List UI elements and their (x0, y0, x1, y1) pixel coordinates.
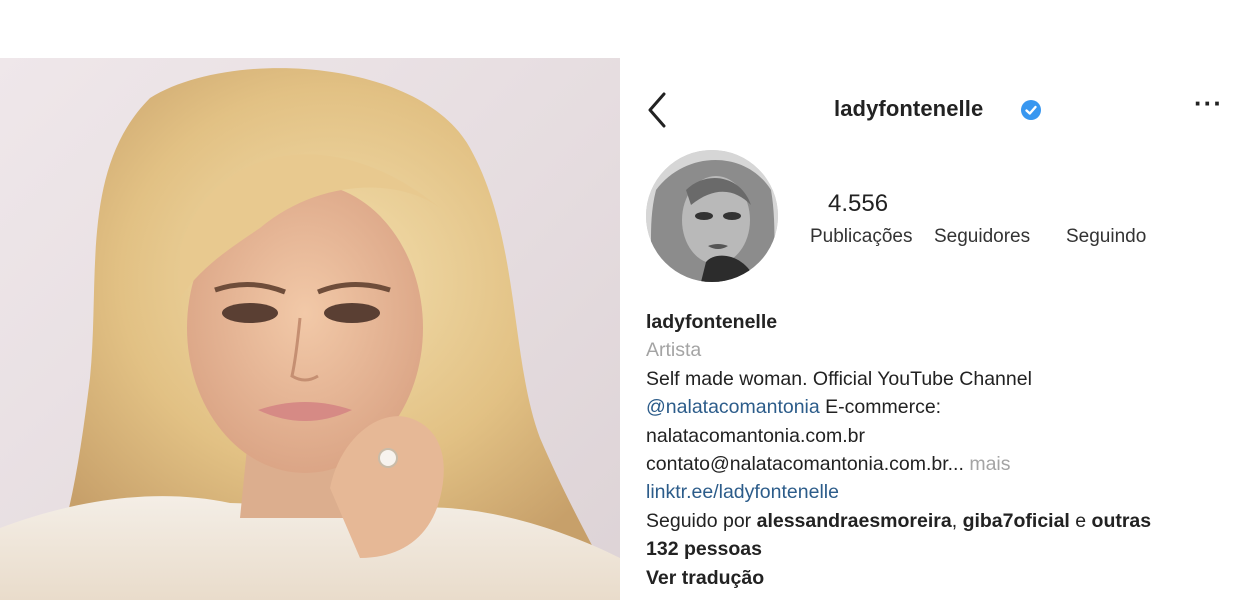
translate-link[interactable]: Ver tradução (646, 564, 1236, 592)
profile-header: ladyfontenelle ··· (624, 86, 1234, 136)
bio-line-4: contato@nalatacomantonia.com.br... mais (646, 450, 1236, 478)
profile-panel: ladyfontenelle ··· 4.556 Publicações Seg… (624, 58, 1250, 600)
posts-label[interactable]: Publicações (810, 226, 912, 248)
followed-prefix: Seguido por (646, 509, 757, 532)
portrait-image (0, 68, 620, 600)
avatar[interactable] (646, 150, 778, 282)
following-label[interactable]: Seguindo (1066, 226, 1146, 248)
followed-and: e (1069, 509, 1092, 532)
page: ladyfontenelle ··· 4.556 Publicações Seg… (0, 0, 1250, 600)
more-link[interactable]: mais (964, 453, 1010, 475)
followed-others[interactable]: outras (1092, 510, 1152, 532)
bio-category: Artista (646, 339, 702, 362)
bio-line-2-text: E-commerce: (819, 396, 942, 419)
followed-user-2[interactable]: giba7oficial (963, 510, 1070, 532)
bio-section: ladyfontenelle Artista Self made woman. … (646, 308, 1236, 592)
followed-by-line: Seguido por alessandraesmoreira, giba7of… (646, 507, 1236, 535)
more-dots-icon[interactable]: ··· (1194, 88, 1223, 119)
avatar-image (646, 150, 778, 282)
followed-sep: , (951, 509, 963, 532)
header-username: ladyfontenelle (834, 96, 984, 121)
mention-link[interactable]: @nalatacomantonia (646, 396, 820, 418)
posts-count: 4.556 (828, 190, 889, 217)
bio-line-3: nalatacomantonia.com.br (646, 424, 865, 447)
bio-name: ladyfontenelle (646, 311, 778, 333)
chevron-left-icon[interactable] (644, 90, 670, 130)
followed-count[interactable]: 132 pessoas (646, 535, 1236, 563)
bio-line-2: @nalatacomantonia E-commerce: (646, 393, 1236, 421)
profile-photo-large (0, 58, 620, 600)
followed-user-1[interactable]: alessandraesmoreira (757, 510, 952, 532)
bio-email-text: contato@nalatacomantonia.com.br... (646, 452, 964, 475)
verified-badge-icon (1021, 100, 1041, 120)
profile-stats: 4.556 Publicações Seguidores Seguindo (810, 190, 1210, 250)
bio-line-1: Self made woman. Official YouTube Channe… (646, 367, 1032, 390)
followers-label[interactable]: Seguidores (934, 226, 1030, 248)
bio-external-link[interactable]: linktr.ee/ladyfontenelle (646, 478, 1236, 506)
